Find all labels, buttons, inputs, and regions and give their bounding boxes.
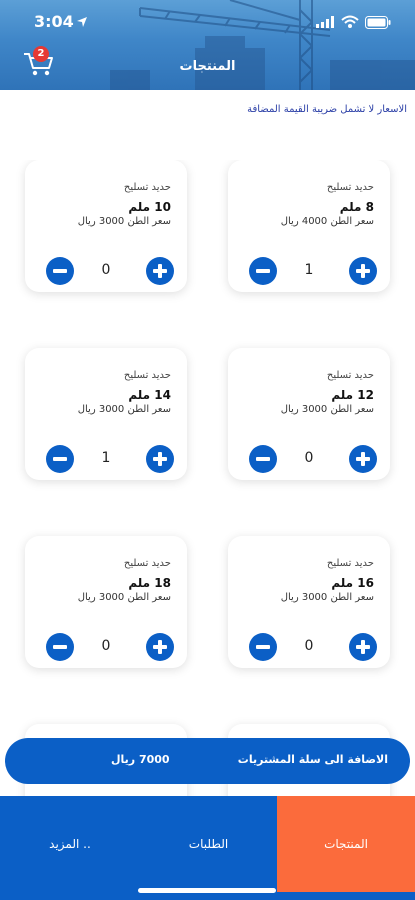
product-price: سعر الطن 3000 ريال xyxy=(77,216,171,227)
product-size: 10 ملم xyxy=(128,200,171,214)
wifi-icon xyxy=(341,15,359,28)
minus-circle-icon[interactable] xyxy=(248,256,278,286)
product-size: 16 ملم xyxy=(331,576,374,590)
product-card: حديد تسليح 10 ملم سعر الطن 3000 ريال 0 xyxy=(25,160,187,292)
tab-more[interactable]: المزيد .. xyxy=(0,796,140,892)
status-time: 3:04 xyxy=(34,12,74,31)
cart-total: 7000 ريال xyxy=(111,753,170,766)
product-kind: حديد تسليح xyxy=(326,558,374,569)
product-kind: حديد تسليح xyxy=(326,182,374,193)
plus-circle-icon[interactable] xyxy=(145,444,175,474)
add-to-cart-label: الاضافة الى سلة المشتريات xyxy=(237,753,388,766)
plus-circle-icon[interactable] xyxy=(145,632,175,662)
add-to-cart-bar[interactable]: الاضافة الى سلة المشتريات 7000 ريال xyxy=(5,738,410,784)
product-kind: حديد تسليح xyxy=(123,182,171,193)
product-price: سعر الطن 4000 ريال xyxy=(280,216,374,227)
home-indicator xyxy=(138,888,276,893)
product-size: 14 ملم xyxy=(128,388,171,402)
plus-circle-icon[interactable] xyxy=(348,632,378,662)
product-price: سعر الطن 3000 ريال xyxy=(280,592,374,603)
product-card: حديد تسليح 18 ملم سعر الطن 3000 ريال 0 xyxy=(25,536,187,668)
product-kind: حديد تسليح xyxy=(123,370,171,381)
product-kind: حديد تسليح xyxy=(123,558,171,569)
cart-count-badge: 2 xyxy=(33,46,49,62)
product-grid: حديد تسليح 8 ملم سعر الطن 4000 ريال 1 حد… xyxy=(0,160,415,800)
minus-circle-icon[interactable] xyxy=(45,632,75,662)
product-price: سعر الطن 3000 ريال xyxy=(280,404,374,415)
product-card: حديد تسليح 12 ملم سعر الطن 3000 ريال 0 xyxy=(228,348,390,480)
bottom-nav: المنتجات الطلبات المزيد .. xyxy=(0,796,415,900)
vat-note: الاسعار لا تشمل ضريبة القيمة المضافة xyxy=(247,104,407,115)
product-size: 18 ملم xyxy=(128,576,171,590)
product-kind: حديد تسليح xyxy=(326,370,374,381)
product-card: حديد تسليح 16 ملم سعر الطن 3000 ريال 0 xyxy=(228,536,390,668)
status-bar: 3:04 xyxy=(0,12,415,36)
page-title: المنتجات xyxy=(179,59,236,74)
product-card: حديد تسليح 14 ملم سعر الطن 3000 ريال 1 xyxy=(25,348,187,480)
cellular-signal-icon xyxy=(316,16,334,28)
product-price: سعر الطن 3000 ريال xyxy=(77,404,171,415)
product-size: 12 ملم xyxy=(331,388,374,402)
battery-icon xyxy=(365,16,391,29)
minus-circle-icon[interactable] xyxy=(45,256,75,286)
plus-circle-icon[interactable] xyxy=(348,444,378,474)
plus-circle-icon[interactable] xyxy=(348,256,378,286)
product-price: سعر الطن 3000 ريال xyxy=(77,592,171,603)
minus-circle-icon[interactable] xyxy=(248,444,278,474)
tab-products[interactable]: المنتجات xyxy=(277,796,415,892)
minus-circle-icon[interactable] xyxy=(45,444,75,474)
product-size: 8 ملم xyxy=(339,200,374,214)
product-card: حديد تسليح 8 ملم سعر الطن 4000 ريال 1 xyxy=(228,160,390,292)
header: 3:04 المنتجات xyxy=(0,0,415,90)
minus-circle-icon[interactable] xyxy=(248,632,278,662)
plus-circle-icon[interactable] xyxy=(145,256,175,286)
location-arrow-icon xyxy=(77,17,87,27)
tab-orders[interactable]: الطلبات xyxy=(140,796,277,892)
